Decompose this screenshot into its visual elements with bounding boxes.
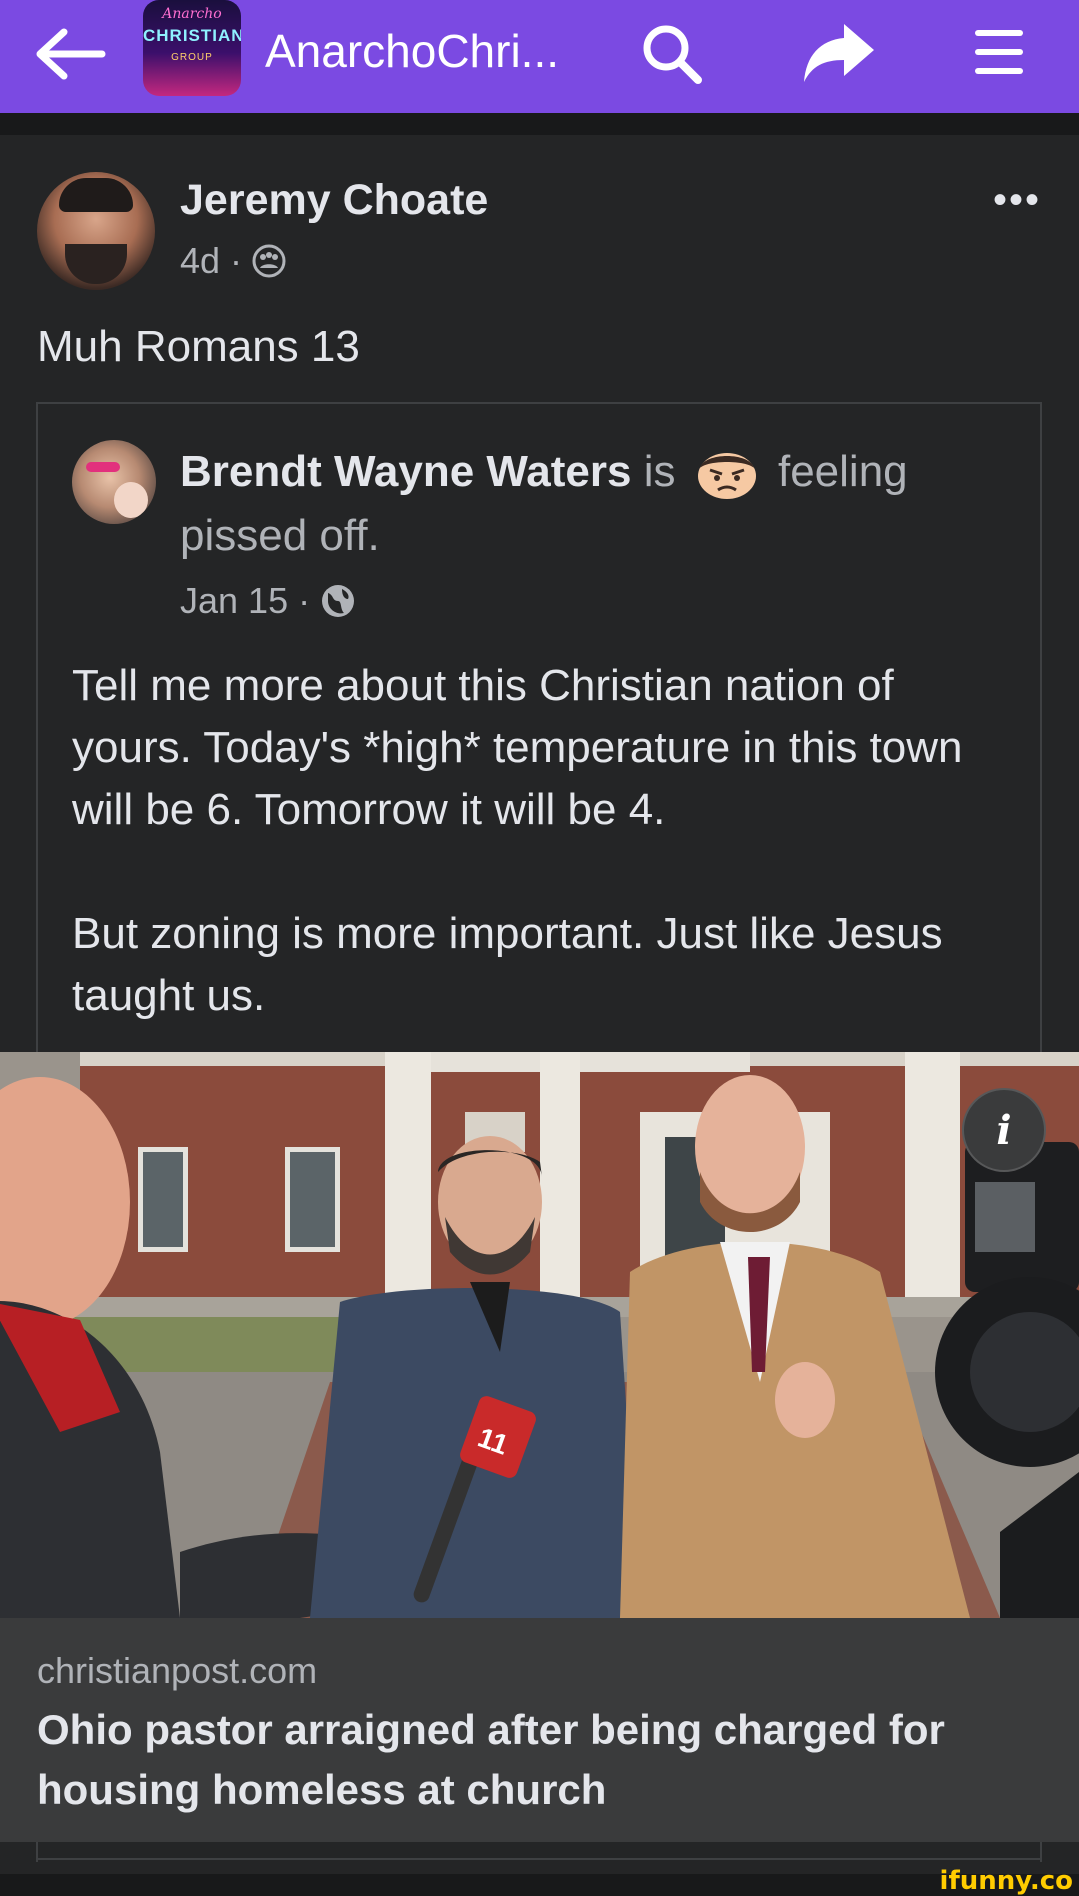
globe-icon	[322, 585, 355, 617]
shared-post-header: Brendt Wayne Waters is feeling pissed of…	[180, 440, 960, 568]
top-app-bar: Anarcho CHRISTIAN GROUP AnarchoChri...	[0, 0, 1079, 113]
link-headline[interactable]: Ohio pastor arraigned after being charge…	[37, 1700, 1037, 1820]
info-icon[interactable]: i	[962, 1088, 1046, 1172]
share-icon[interactable]	[800, 20, 876, 84]
group-title[interactable]: AnarchoChri...	[265, 24, 559, 78]
link-preview-image[interactable]: 11	[0, 1052, 1079, 1618]
shared-paragraph-1: Tell me more about this Christian nation…	[72, 661, 963, 834]
group-avatar-text-1: Anarcho	[162, 6, 222, 22]
news-photo-illustration: 11	[0, 1052, 1079, 1618]
shared-post-bottom-border	[36, 1842, 1042, 1860]
more-options-button[interactable]: •••	[993, 178, 1041, 223]
angry-face-emoji-icon	[697, 453, 756, 500]
shared-post-body: Tell me more about this Christian nation…	[72, 655, 1012, 1027]
shared-post-time[interactable]: Jan 15	[180, 580, 288, 622]
group-audience-icon	[252, 244, 286, 278]
shared-author-avatar[interactable]	[72, 440, 156, 524]
back-arrow-icon[interactable]	[34, 26, 106, 82]
avatar-baby	[114, 482, 148, 518]
link-domain: christianpost.com	[37, 1650, 318, 1691]
meta-separator: ·	[230, 240, 243, 281]
avatar-beard	[65, 244, 127, 284]
is-word: is	[643, 447, 676, 496]
group-avatar-text-2: CHRISTIAN	[143, 26, 241, 45]
ifunny-watermark: ifunny.co	[939, 1866, 1073, 1896]
group-avatar[interactable]: Anarcho CHRISTIAN GROUP	[143, 0, 241, 96]
group-avatar-text-3: GROUP	[171, 52, 213, 63]
hamburger-menu-icon[interactable]	[975, 28, 1023, 76]
search-icon[interactable]	[640, 22, 704, 86]
avatar-glasses	[86, 462, 120, 472]
footer-strip	[0, 1874, 1079, 1895]
post-text: Muh Romans 13	[37, 322, 360, 371]
shared-paragraph-2: But zoning is more important. Just like …	[72, 909, 943, 1020]
meta-separator: ·	[298, 580, 311, 621]
avatar-hair	[59, 178, 133, 212]
post-time[interactable]: 4d	[180, 240, 220, 282]
shared-author-name[interactable]: Brendt Wayne Waters	[180, 447, 632, 496]
post-meta: 4d ·	[180, 240, 286, 282]
author-avatar[interactable]	[37, 172, 155, 290]
shared-post-meta: Jan 15 ·	[180, 580, 356, 622]
post-author-name[interactable]: Jeremy Choate	[180, 176, 488, 225]
